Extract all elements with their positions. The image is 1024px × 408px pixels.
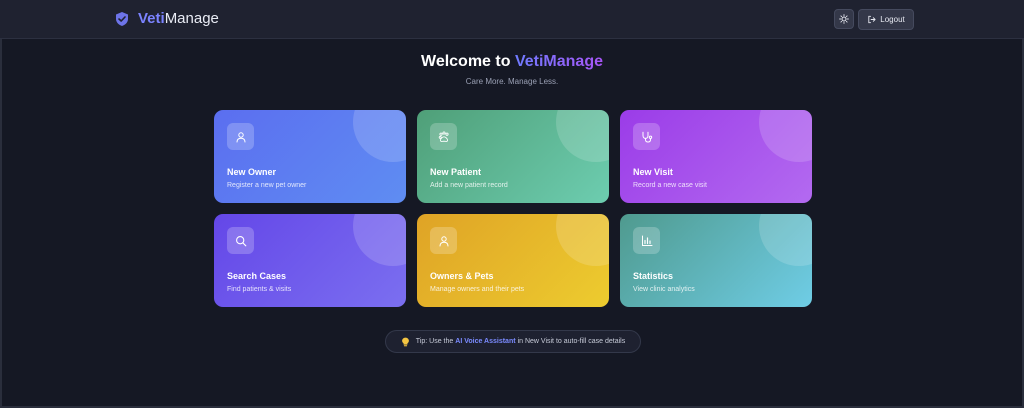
card-icon-box [430,123,457,150]
user-icon [235,131,247,143]
card-description: Find patients & visits [227,286,292,293]
card-icon-box [633,123,660,150]
user-icon [438,235,450,247]
paw-icon [438,130,450,143]
brand-name-rest: Manage [164,10,219,27]
logout-label: Logout [880,15,905,24]
card-description: View clinic analytics [633,286,695,293]
tip-highlight: AI Voice Assistant [455,338,516,345]
card-owners-pets[interactable]: Owners & Pets Manage owners and their pe… [417,214,609,307]
card-title: New Owner [227,167,277,177]
card-title: Owners & Pets [430,271,494,281]
card-icon-box [430,227,457,254]
card-decoration [759,110,812,162]
shield-check-icon [114,11,130,27]
card-new-owner[interactable]: New Owner Register a new pet owner [214,110,406,203]
card-icon-box [227,123,254,150]
card-icon-box [227,227,254,254]
card-description: Record a new case visit [633,182,707,189]
tip-banner: Tip: Use the AI Voice Assistant in New V… [385,330,641,353]
card-title: Statistics [633,271,674,281]
page-title-prefix: Welcome to [421,53,511,70]
brand-logo[interactable]: VetiManage [114,10,219,27]
tip-prefix: Tip: Use the [415,338,454,345]
brand-name: VetiManage [138,10,219,27]
card-title: New Patient [430,167,482,177]
lightbulb-icon [401,337,410,347]
logout-button[interactable]: Logout [858,9,914,30]
card-decoration [759,214,812,266]
search-icon [235,235,247,247]
card-statistics[interactable]: Statistics View clinic analytics [620,214,812,307]
card-title: New Visit [633,167,673,177]
card-description: Add a new patient record [430,182,508,189]
brand-name-accent: Veti [138,10,165,27]
logout-icon [867,15,880,24]
page-title-accent: VetiManage [514,53,603,70]
card-decoration [353,110,406,162]
navbar: VetiManage Logout [0,0,1024,39]
card-new-visit[interactable]: New Visit Record a new case visit [620,110,812,203]
sun-icon [839,14,849,24]
card-title: Search Cases [227,271,287,281]
page-subtitle: Care More. Manage Less. [465,77,559,86]
theme-toggle-button[interactable] [834,9,854,29]
bar-chart-icon [641,235,653,247]
card-decoration [353,214,406,266]
tip-suffix: in New Visit to auto-fill case details [517,338,626,345]
page-title: Welcome to VetiManage [0,53,1024,71]
card-decoration [556,110,609,162]
card-decoration [556,214,609,266]
card-search-cases[interactable]: Search Cases Find patients & visits [214,214,406,307]
card-description: Manage owners and their pets [430,286,525,293]
stethoscope-icon [641,131,653,143]
card-icon-box [633,227,660,254]
card-new-patient[interactable]: New Patient Add a new patient record [417,110,609,203]
card-description: Register a new pet owner [227,182,307,189]
